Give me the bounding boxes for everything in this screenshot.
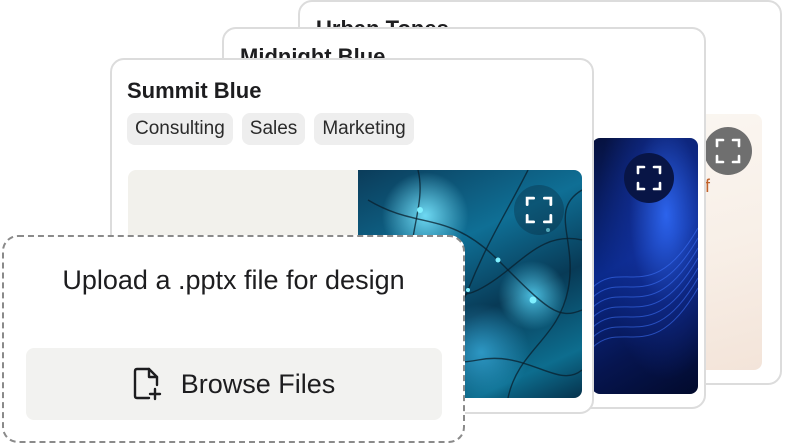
expand-preview-button[interactable] xyxy=(624,153,674,203)
expand-icon xyxy=(636,165,662,191)
expand-icon xyxy=(715,138,741,164)
upload-prompt: Upload a .pptx file for design xyxy=(62,265,405,295)
browse-files-label: Browse Files xyxy=(180,368,336,399)
expand-preview-button[interactable] xyxy=(704,127,752,175)
file-add-icon xyxy=(133,367,161,401)
browse-files-button[interactable]: Browse Files xyxy=(26,348,442,420)
upload-dropzone[interactable]: Upload a .pptx file for design Browse Fi… xyxy=(2,235,465,443)
expand-icon xyxy=(525,196,553,224)
tag-consulting: Consulting xyxy=(127,113,233,145)
tag-sales: Sales xyxy=(241,113,306,145)
expand-preview-button[interactable] xyxy=(514,185,564,235)
tag-list: Consulting Sales Marketing xyxy=(127,113,414,145)
card-title: Summit Blue xyxy=(127,78,262,103)
tag-marketing: Marketing xyxy=(314,113,414,145)
